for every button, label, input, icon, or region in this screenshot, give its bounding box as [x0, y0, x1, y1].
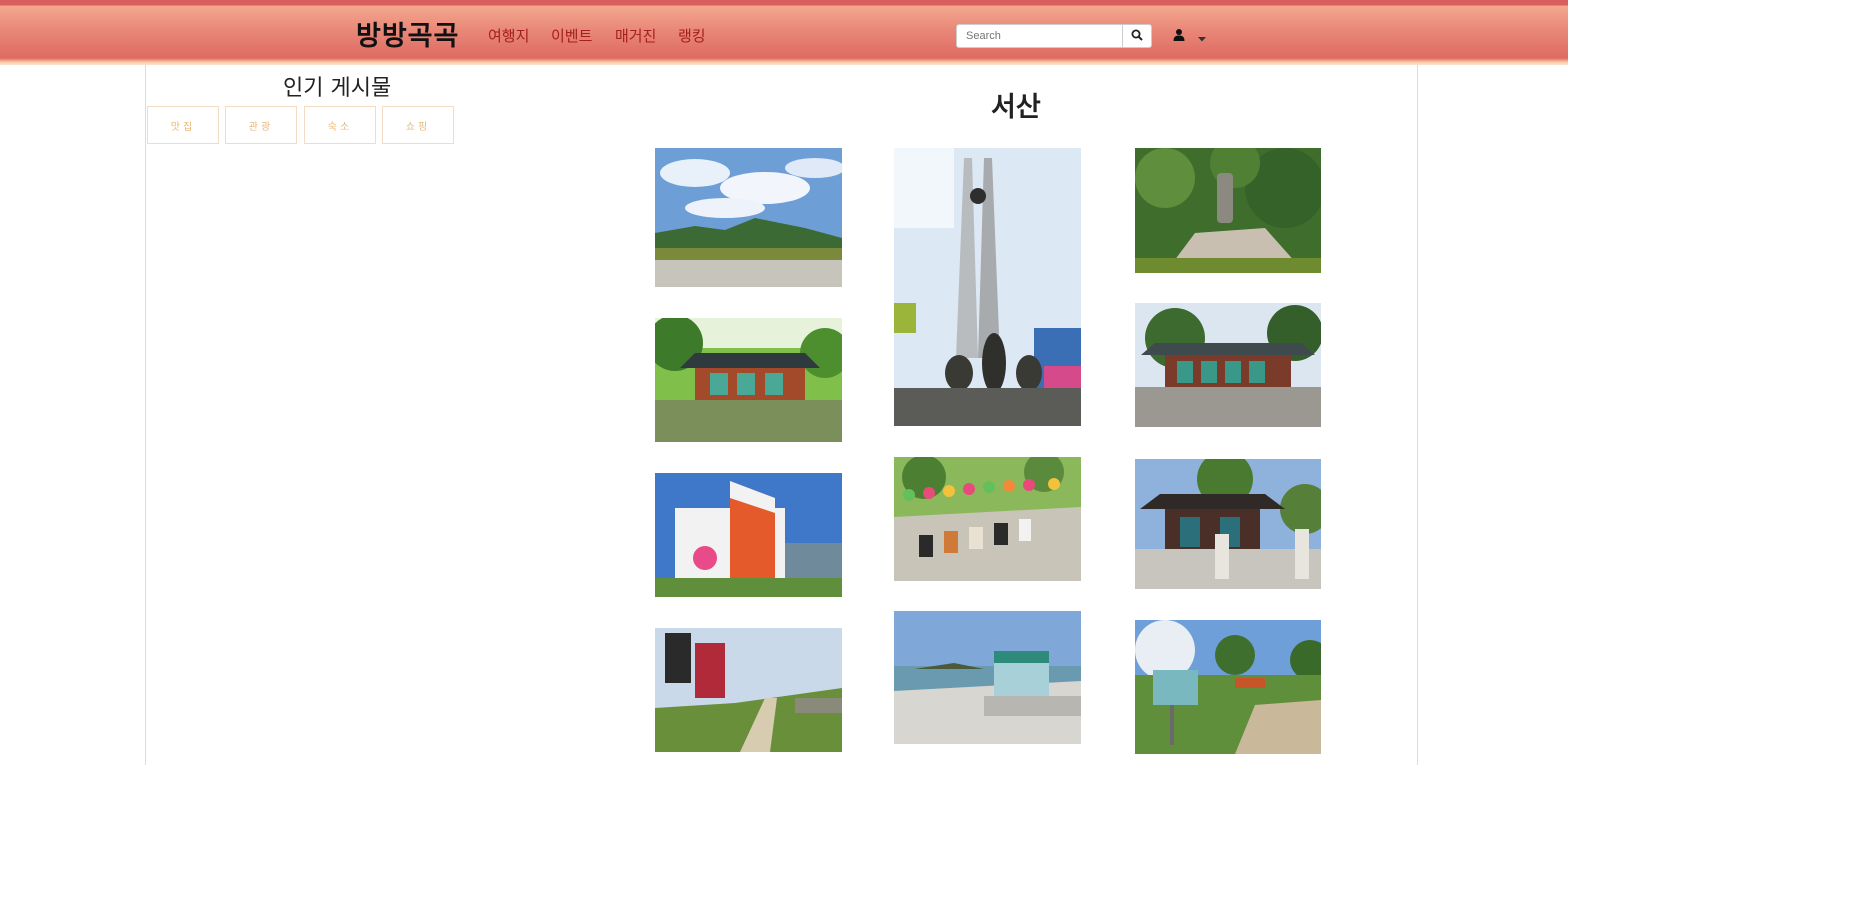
photo-stone-statue[interactable] [1135, 148, 1321, 273]
photo-colorful-building[interactable] [655, 473, 842, 597]
nav-link-magazine[interactable]: 매거진 [615, 25, 656, 46]
photo-banner-path[interactable] [655, 628, 842, 752]
photo-temple-gate[interactable] [1135, 459, 1321, 589]
photo-monument[interactable] [894, 148, 1081, 426]
user-menu[interactable] [1172, 25, 1216, 45]
search-button[interactable] [1123, 24, 1152, 48]
search-input[interactable] [956, 24, 1123, 48]
user-icon [1172, 26, 1186, 45]
search-icon [1131, 29, 1143, 44]
category-button-tour[interactable]: 관광 [225, 106, 297, 144]
photo-field-signboard[interactable] [1135, 620, 1321, 754]
photo-mountain-landscape[interactable] [655, 148, 842, 287]
photo-traditional-building-2[interactable] [1135, 303, 1321, 427]
nav-link-ranking[interactable]: 랭킹 [678, 25, 706, 46]
photo-lantern-festival[interactable] [894, 457, 1081, 581]
caret-down-icon [1198, 27, 1206, 46]
category-button-restaurant[interactable]: 맛집 [147, 106, 219, 144]
category-button-lodging[interactable]: 숙소 [304, 106, 376, 144]
photo-traditional-building-1[interactable] [655, 318, 842, 442]
region-title: 서산 [991, 92, 1041, 123]
nav-link-travel[interactable]: 여행지 [488, 25, 529, 46]
top-navbar: 방방곡곡 여행지 이벤트 매거진 랭킹 [0, 0, 1568, 65]
popular-posts-title: 인기 게시물 [283, 76, 392, 101]
category-button-shopping[interactable]: 쇼핑 [382, 106, 454, 144]
nav-link-event[interactable]: 이벤트 [551, 25, 592, 46]
brand-logo[interactable]: 방방곡곡 [356, 14, 459, 53]
photo-seaside-pavilion[interactable] [894, 611, 1081, 744]
